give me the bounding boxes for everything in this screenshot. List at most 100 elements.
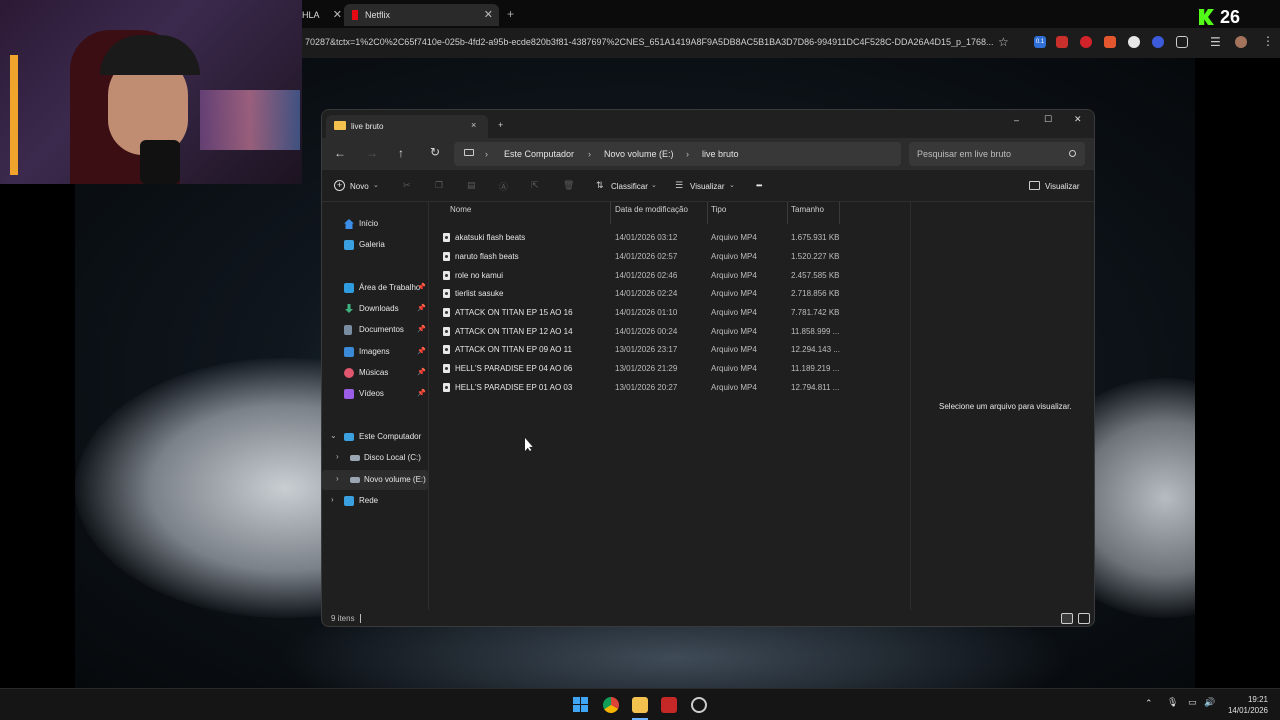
column-header-date[interactable]: Data de modificação xyxy=(615,205,688,214)
extensions-puzzle-icon[interactable] xyxy=(1176,36,1188,48)
sidebar-item-drive-c[interactable]: › Disco Local (C:) xyxy=(322,448,428,468)
file-size: 11.858.999 ... xyxy=(791,327,840,336)
browser-tab-hla[interactable]: HLA ✕ xyxy=(302,4,344,26)
column-header-name[interactable]: Nome xyxy=(450,205,471,214)
table-row[interactable]: tierlist sasuke 14/01/2026 02:24 Arquivo… xyxy=(429,285,859,303)
cut-icon[interactable]: ✂ xyxy=(403,180,411,191)
file-size: 1.520.227 KB xyxy=(791,252,840,261)
windows-start-icon[interactable] xyxy=(573,697,589,713)
share-icon[interactable]: ⇱ xyxy=(531,180,539,191)
gallery-icon xyxy=(344,240,354,250)
column-divider[interactable] xyxy=(839,202,840,224)
paste-icon[interactable]: ▤ xyxy=(467,180,476,191)
chevron-down-icon[interactable]: ⌄ xyxy=(330,431,337,440)
table-row[interactable]: naruto flash beats 14/01/2026 02:57 Arqu… xyxy=(429,248,859,266)
app-icon[interactable] xyxy=(661,697,677,713)
refresh-icon[interactable]: ↻ xyxy=(430,145,440,159)
sidebar-item-videos[interactable]: Vídeos 📌 xyxy=(322,384,428,404)
sort-button[interactable]: Classificar xyxy=(611,182,648,191)
browser-tab-label: Netflix xyxy=(365,10,391,20)
extension-badge-icon[interactable]: 0.1 xyxy=(1034,36,1046,48)
volume-icon[interactable]: 🔊 xyxy=(1204,697,1215,708)
sidebar-item-downloads[interactable]: Downloads 📌 xyxy=(322,299,428,319)
tray-overflow-icon[interactable]: ⌃ xyxy=(1145,698,1153,709)
table-row[interactable]: ATTACK ON TITAN EP 12 AO 14 14/01/2026 0… xyxy=(429,323,859,341)
sidebar-item-network[interactable]: › Rede xyxy=(322,491,428,511)
new-tab-button[interactable]: + xyxy=(498,120,503,130)
tiles-view-icon[interactable] xyxy=(1078,613,1090,624)
close-icon[interactable]: × xyxy=(471,120,476,130)
sidebar-item-inicio[interactable]: Início xyxy=(322,214,428,234)
microphone-icon[interactable]: 🎙 xyxy=(1167,697,1178,708)
close-icon[interactable]: ✕ xyxy=(333,8,342,21)
column-divider[interactable] xyxy=(787,202,788,224)
view-button[interactable]: Visualizar xyxy=(690,182,725,191)
sidebar-item-galeria[interactable]: Galeria xyxy=(322,235,428,255)
taskbar-clock[interactable]: 19:21 14/01/2026 xyxy=(1228,694,1268,716)
file-size: 2.718.856 KB xyxy=(791,289,840,298)
chrome-icon[interactable] xyxy=(603,697,619,713)
column-divider[interactable] xyxy=(610,202,611,224)
details-view-icon[interactable] xyxy=(1061,613,1073,624)
sidebar-item-label: Imagens xyxy=(359,347,390,356)
new-tab-button[interactable]: + xyxy=(507,7,514,21)
table-row[interactable]: ATTACK ON TITAN EP 15 AO 16 14/01/2026 0… xyxy=(429,304,859,322)
extension-icon[interactable] xyxy=(1152,36,1164,48)
sidebar-item-music[interactable]: Músicas 📌 xyxy=(322,363,428,383)
breadcrumb-item[interactable]: live bruto xyxy=(702,149,739,159)
more-options-button[interactable]: ••• xyxy=(756,181,762,190)
breadcrumb-item[interactable]: Novo volume (E:) xyxy=(604,149,674,159)
extension-icon[interactable] xyxy=(1128,36,1140,48)
profile-avatar[interactable] xyxy=(1235,36,1247,48)
sidebar-item-documents[interactable]: Documentos 📌 xyxy=(322,320,428,340)
delete-icon[interactable]: 🗑 xyxy=(563,180,574,191)
table-row[interactable]: akatsuki flash beats 14/01/2026 03:12 Ar… xyxy=(429,229,859,247)
search-input[interactable]: Pesquisar em live bruto xyxy=(909,142,1085,166)
app-icon[interactable] xyxy=(691,697,707,713)
sidebar-item-this-pc[interactable]: ⌄ Este Computador xyxy=(322,427,428,447)
chevron-right-icon[interactable]: › xyxy=(336,474,339,483)
file-name: HELL'S PARADISE EP 01 AO 03 xyxy=(455,383,573,392)
browser-menu-icon[interactable]: ⋮ xyxy=(1262,34,1274,48)
close-window-button[interactable]: ✕ xyxy=(1074,114,1082,125)
extension-icon[interactable] xyxy=(1056,36,1068,48)
back-arrow-icon[interactable]: ← xyxy=(334,146,346,160)
network-icon[interactable]: ▭ xyxy=(1188,697,1197,708)
file-explorer-icon[interactable] xyxy=(632,697,648,713)
sidebar-item-label: Downloads xyxy=(359,304,399,313)
sidebar-item-drive-e[interactable]: › Novo volume (E:) xyxy=(322,470,428,490)
minimize-button[interactable]: – xyxy=(1014,115,1019,125)
close-icon[interactable]: ✕ xyxy=(484,8,493,21)
up-arrow-icon[interactable]: ↑ xyxy=(398,146,404,160)
sidebar-item-images[interactable]: Imagens 📌 xyxy=(322,342,428,362)
tab-search-icon[interactable]: ☰ xyxy=(1210,35,1221,49)
chevron-right-icon[interactable]: › xyxy=(336,452,339,461)
breadcrumb-item[interactable]: Este Computador xyxy=(504,149,574,159)
plus-circle-icon[interactable]: + xyxy=(334,180,345,191)
column-divider[interactable] xyxy=(707,202,708,224)
details-pane-button[interactable]: Visualizar xyxy=(1045,182,1080,191)
column-header-type[interactable]: Tipo xyxy=(711,205,726,214)
table-row[interactable]: ATTACK ON TITAN EP 09 AO 11 13/01/2026 2… xyxy=(429,341,859,359)
copy-icon[interactable]: ❐ xyxy=(435,180,443,191)
rename-icon[interactable]: Ⓐ xyxy=(499,180,508,193)
extension-icon[interactable] xyxy=(1080,36,1092,48)
forward-arrow-icon[interactable]: → xyxy=(366,146,378,160)
clock-date: 14/01/2026 xyxy=(1227,706,1268,715)
maximize-button[interactable]: ☐ xyxy=(1044,114,1052,125)
table-row[interactable]: role no kamui 14/01/2026 02:46 Arquivo M… xyxy=(429,267,859,285)
browser-tab-netflix[interactable]: Netflix ✕ xyxy=(344,4,499,26)
navigation-pane: Início Galeria Área de Trabalho 📌 Downlo… xyxy=(322,202,429,610)
extension-icon[interactable] xyxy=(1104,36,1116,48)
table-row[interactable]: HELL'S PARADISE EP 04 AO 06 13/01/2026 2… xyxy=(429,360,859,378)
url-field[interactable]: 70287&tctx=1%2C0%2C65f7410e-025b-4fd2-a9… xyxy=(305,37,995,47)
table-row[interactable]: HELL'S PARADISE EP 01 AO 03 13/01/2026 2… xyxy=(429,379,859,397)
sidebar-item-desktop[interactable]: Área de Trabalho 📌 xyxy=(322,278,428,298)
column-header-size[interactable]: Tamanho xyxy=(791,205,824,214)
new-button[interactable]: Novo xyxy=(350,182,369,191)
status-bar: 9 itens xyxy=(322,610,1094,626)
chevron-right-icon[interactable]: › xyxy=(331,495,334,504)
breadcrumb[interactable]: › Este Computador › Novo volume (E:) › l… xyxy=(454,142,901,166)
videos-icon xyxy=(344,389,354,399)
bookmark-star-icon[interactable]: ☆ xyxy=(998,35,1009,49)
